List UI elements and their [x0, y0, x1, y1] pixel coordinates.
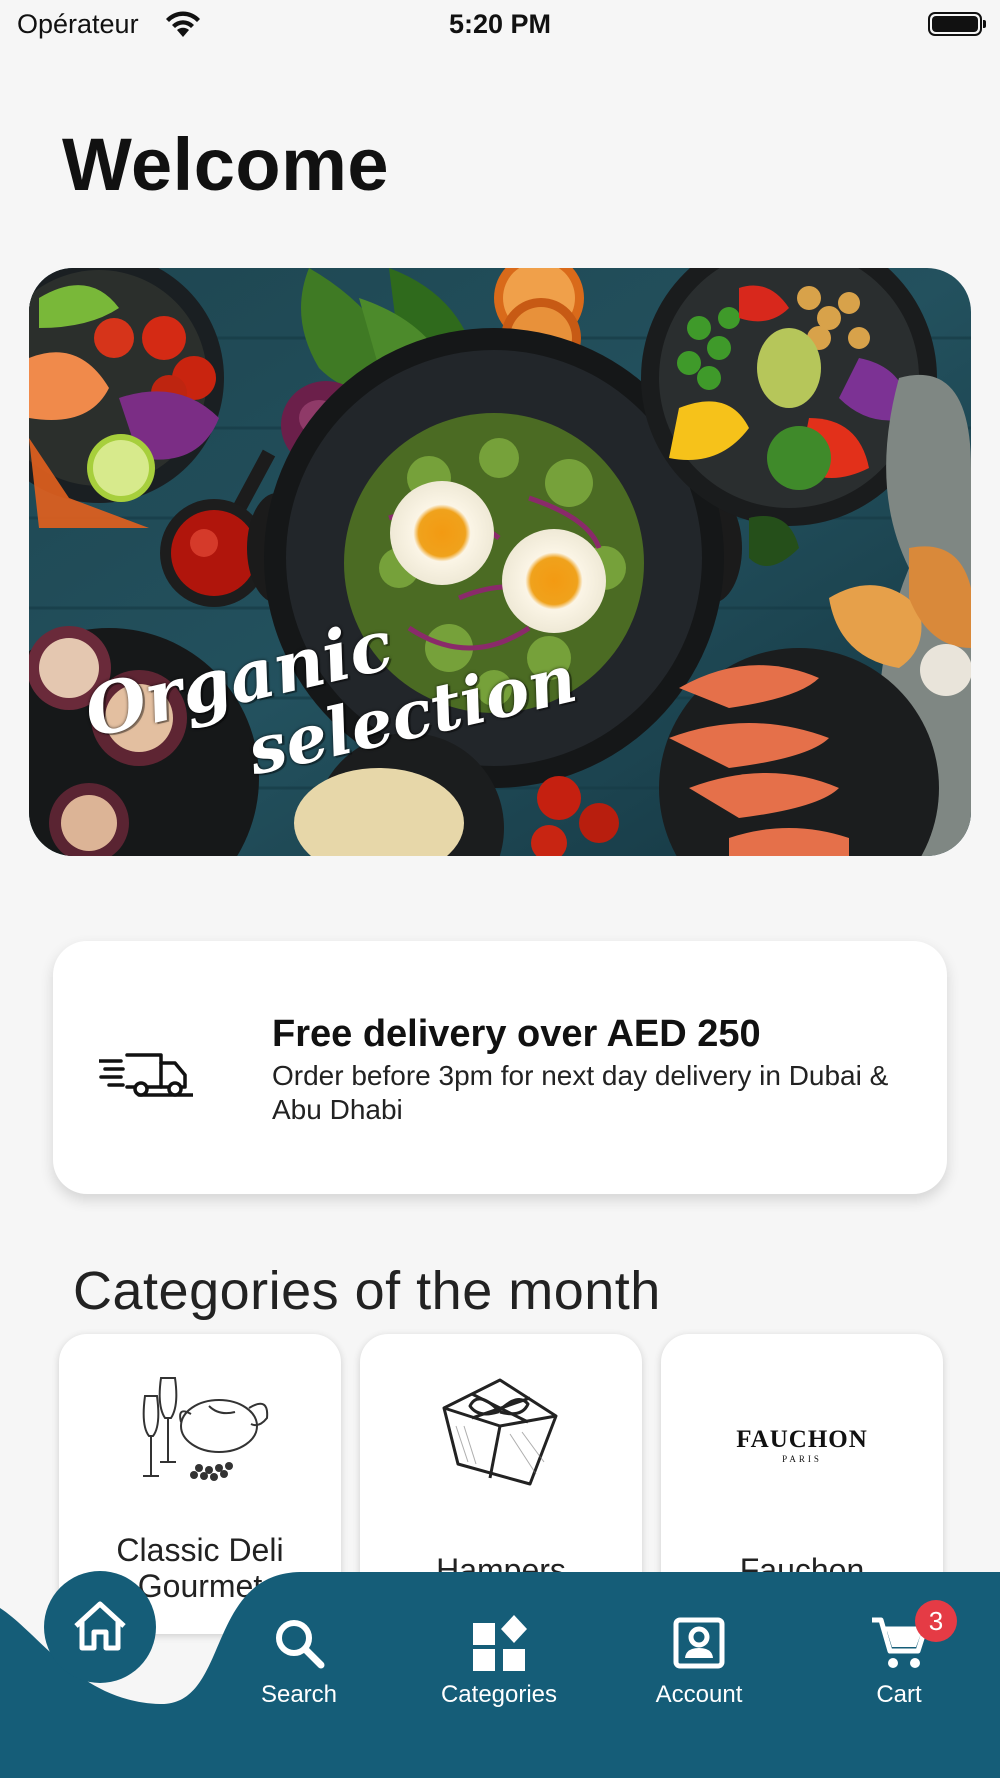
- tab-categories[interactable]: Categories: [424, 1614, 574, 1709]
- delivery-title: Free delivery over AED 250: [272, 1013, 761, 1055]
- tab-label: Account: [655, 1681, 743, 1708]
- home-tab-button[interactable]: [44, 1571, 156, 1683]
- search-icon: [224, 1614, 374, 1672]
- delivery-truck-icon: [97, 1049, 195, 1104]
- tab-label: Cart: [876, 1681, 922, 1708]
- tab-search[interactable]: Search: [224, 1614, 374, 1709]
- hero-banner[interactable]: Organic selection: [29, 268, 971, 856]
- tab-label: Search: [260, 1681, 338, 1708]
- status-time: 5:20 PM: [448, 9, 552, 39]
- categories-icon: [424, 1614, 574, 1672]
- tab-label: Categories: [440, 1681, 558, 1708]
- cart-count-badge: 3: [915, 1600, 957, 1642]
- fauchon-logo-subtext: PARIS: [782, 1454, 822, 1464]
- tab-account[interactable]: Account: [624, 1614, 774, 1709]
- deli-gourmet-illustration: [142, 1377, 269, 1481]
- account-icon: [624, 1614, 774, 1672]
- categories-section-title: Categories of the month: [73, 1261, 661, 1321]
- page-title: Welcome: [62, 123, 390, 206]
- delivery-subtitle: Order before 3pm for next day delivery i…: [272, 1060, 889, 1125]
- free-delivery-card[interactable]: Free delivery over AED 250 Order before …: [53, 941, 947, 1194]
- battery-full-icon: [928, 12, 986, 36]
- fauchon-logo: FAUCHON: [736, 1426, 868, 1453]
- gift-box-illustration: [442, 1378, 558, 1486]
- status-bar: Opérateur 5:20 PM: [0, 0, 1000, 52]
